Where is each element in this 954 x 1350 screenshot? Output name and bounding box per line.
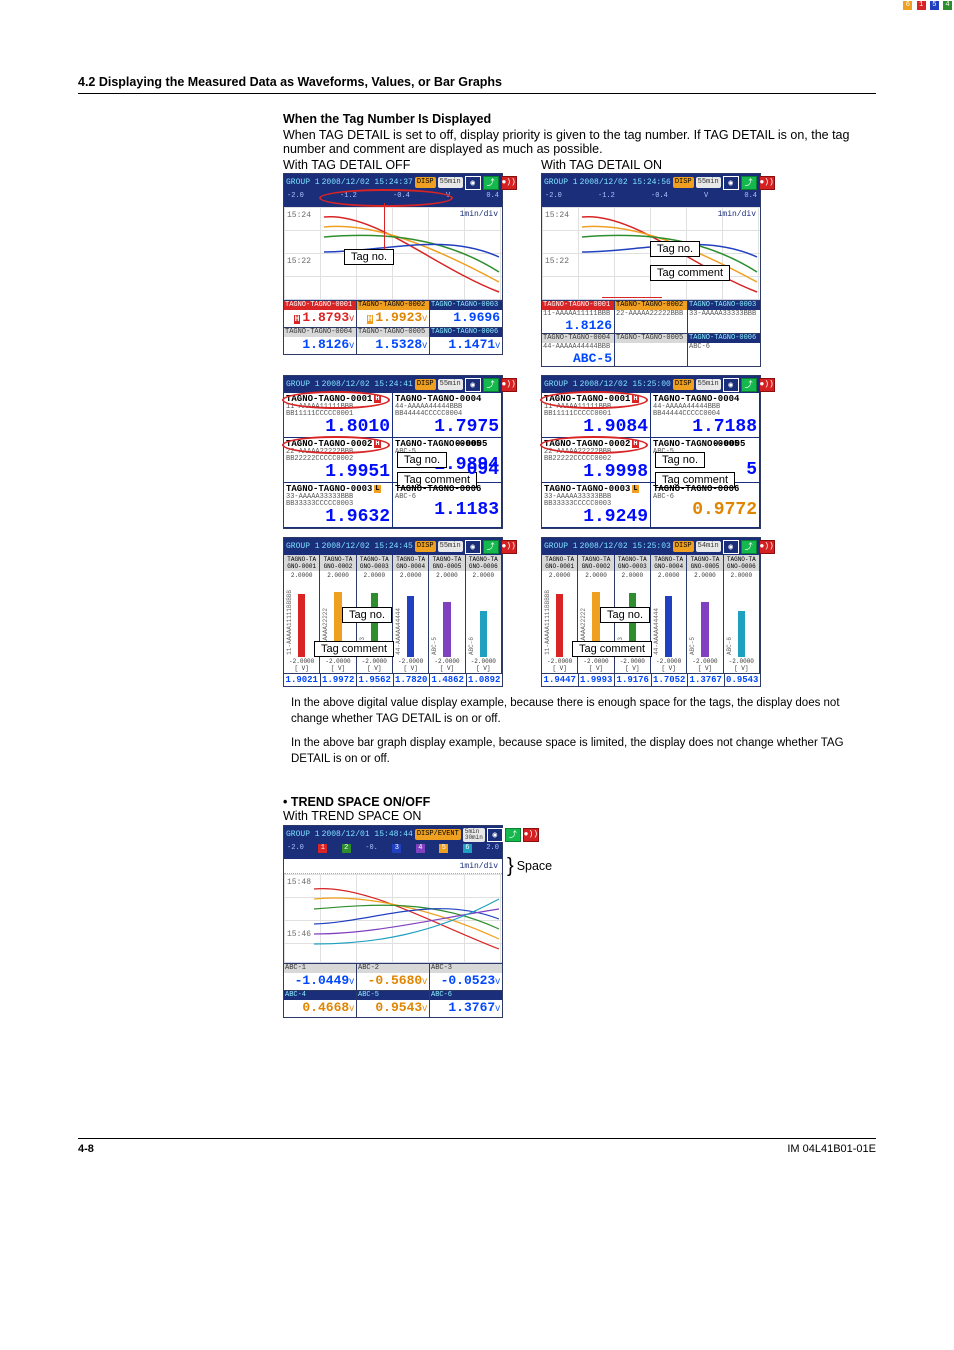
- group-label: GROUP 1: [544, 380, 578, 389]
- wave-off-screen: GROUP 1 2008/12/02 15:24:37 DISP 55min ◉…: [283, 173, 503, 355]
- cap-on: With TAG DETAIL ON: [541, 158, 759, 172]
- trend-heading: TREND SPACE ON/OFF: [283, 795, 876, 809]
- timestamp: 2008/12/02 15:25:03: [580, 542, 671, 551]
- timestamp: 2008/12/02 15:25:00: [580, 380, 671, 389]
- key-icon[interactable]: ⤴: [483, 540, 499, 554]
- camera-icon[interactable]: ◉: [465, 176, 481, 190]
- callout-tagno: Tag no.: [397, 452, 447, 468]
- scale-bar: -2.0-1.2-0.4V0.4 6 1 5 4: [542, 191, 760, 207]
- digital-off-screen: GROUP 1 2008/12/02 15:24:41 DISP 55min ◉…: [283, 375, 503, 529]
- record-icon[interactable]: ●)): [523, 828, 539, 842]
- group-label: GROUP 1: [286, 380, 320, 389]
- disp-badge: DISP: [673, 379, 694, 390]
- disp-badge: DISP: [673, 541, 694, 552]
- callout-tagcomment: Tag comment: [572, 641, 652, 657]
- bar-on-screen: GROUP 1 2008/12/02 15:25:03 DISP 54min ◉…: [541, 537, 761, 687]
- tagnum-body: When TAG DETAIL is set to off, display p…: [283, 128, 876, 156]
- wave-area: 15:24 15:22 1min/div Tag no.: [284, 207, 502, 300]
- group-label: GROUP 1: [286, 542, 320, 551]
- doc-number: IM 04L41B01-01E: [787, 1143, 876, 1155]
- tagnum-heading: When the Tag Number Is Displayed: [283, 112, 876, 126]
- key-icon[interactable]: ⤴: [483, 378, 499, 392]
- timestamp: 2008/12/02 15:24:45: [322, 542, 413, 551]
- group-label: GROUP 1: [544, 178, 578, 187]
- group-label: GROUP 1: [286, 178, 320, 187]
- key-icon[interactable]: ⤴: [741, 540, 757, 554]
- time-badge: 55min: [438, 177, 463, 188]
- camera-icon[interactable]: ◉: [487, 828, 503, 842]
- disp-badge: DISP: [415, 541, 436, 552]
- digital-on-screen: GROUP 1 2008/12/02 15:25:00 DISP 55min ◉…: [541, 375, 761, 529]
- camera-icon[interactable]: ◉: [723, 176, 739, 190]
- key-icon[interactable]: ⤴: [483, 176, 499, 190]
- page-number: 4-8: [78, 1143, 94, 1155]
- bar-off-screen: GROUP 1 2008/12/02 15:24:45 DISP 55min ◉…: [283, 537, 503, 687]
- record-icon[interactable]: ●)): [501, 378, 517, 392]
- scale-bar: -2.0 1 2 -0. 3 4 5 6 2.0: [284, 843, 502, 859]
- record-icon[interactable]: ●)): [501, 540, 517, 554]
- timestamp: 2008/12/02 15:24:41: [322, 380, 413, 389]
- callout-tagcomment: Tag comment: [650, 265, 730, 281]
- timestamp: 2008/12/02 15:24:56: [580, 178, 671, 187]
- disp-badge: DISP: [673, 177, 694, 188]
- record-icon[interactable]: ●)): [759, 176, 775, 190]
- section-header: 4.2 Displaying the Measured Data as Wave…: [78, 75, 876, 94]
- record-icon[interactable]: ●)): [759, 378, 775, 392]
- group-label: GROUP 1: [286, 830, 320, 839]
- wave-area: 15:48 15:46 1min/div: [284, 874, 502, 963]
- record-icon[interactable]: ●)): [759, 540, 775, 554]
- callout-tagno: Tag no.: [344, 249, 394, 265]
- cap-off: With TAG DETAIL OFF: [283, 158, 501, 172]
- rate: 1min/div: [460, 862, 498, 871]
- record-icon[interactable]: ●)): [501, 176, 517, 190]
- note-bar: In the above bar graph display example, …: [291, 735, 876, 767]
- time-badge: 55min: [696, 177, 721, 188]
- space-label: } Space: [507, 859, 552, 873]
- key-icon[interactable]: ⤴: [741, 378, 757, 392]
- disp-badge: DISP: [415, 379, 436, 390]
- camera-icon[interactable]: ◉: [465, 540, 481, 554]
- trend-cap: With TREND SPACE ON: [283, 809, 876, 823]
- camera-icon[interactable]: ◉: [465, 378, 481, 392]
- callout-tagno: Tag no.: [342, 607, 392, 623]
- note-digital: In the above digital value display examp…: [291, 695, 876, 727]
- trend-on-screen: GROUP 1 2008/12/01 15:48:44 DISP/EVENT 5…: [283, 825, 503, 1018]
- callout-tagno: Tag no.: [600, 607, 650, 623]
- time-badge: 55min: [696, 379, 721, 390]
- time-badge: 55min: [438, 379, 463, 390]
- camera-icon[interactable]: ◉: [723, 540, 739, 554]
- disp-badge: DISP: [415, 177, 436, 188]
- time-badge: 5min 30min: [463, 828, 485, 842]
- timestamp: 2008/12/02 15:24:37: [322, 178, 413, 187]
- camera-icon[interactable]: ◉: [723, 378, 739, 392]
- key-icon[interactable]: ⤴: [505, 828, 521, 842]
- time-badge: 54min: [696, 541, 721, 552]
- callout-tagcomment: Tag comment: [314, 641, 394, 657]
- dispevent-badge: DISP/EVENT: [415, 829, 461, 840]
- time-badge: 55min: [438, 541, 463, 552]
- callout-tagno: Tag no.: [655, 452, 705, 468]
- wave-area: 15:24 15:22 1min/div Tag no. Tag comment: [542, 207, 760, 300]
- wave-on-screen: GROUP 1 2008/12/02 15:24:56 DISP 55min ◉…: [541, 173, 761, 367]
- timestamp: 2008/12/01 15:48:44: [322, 830, 413, 839]
- group-label: GROUP 1: [544, 542, 578, 551]
- key-icon[interactable]: ⤴: [741, 176, 757, 190]
- callout-tagno: Tag no.: [650, 241, 700, 257]
